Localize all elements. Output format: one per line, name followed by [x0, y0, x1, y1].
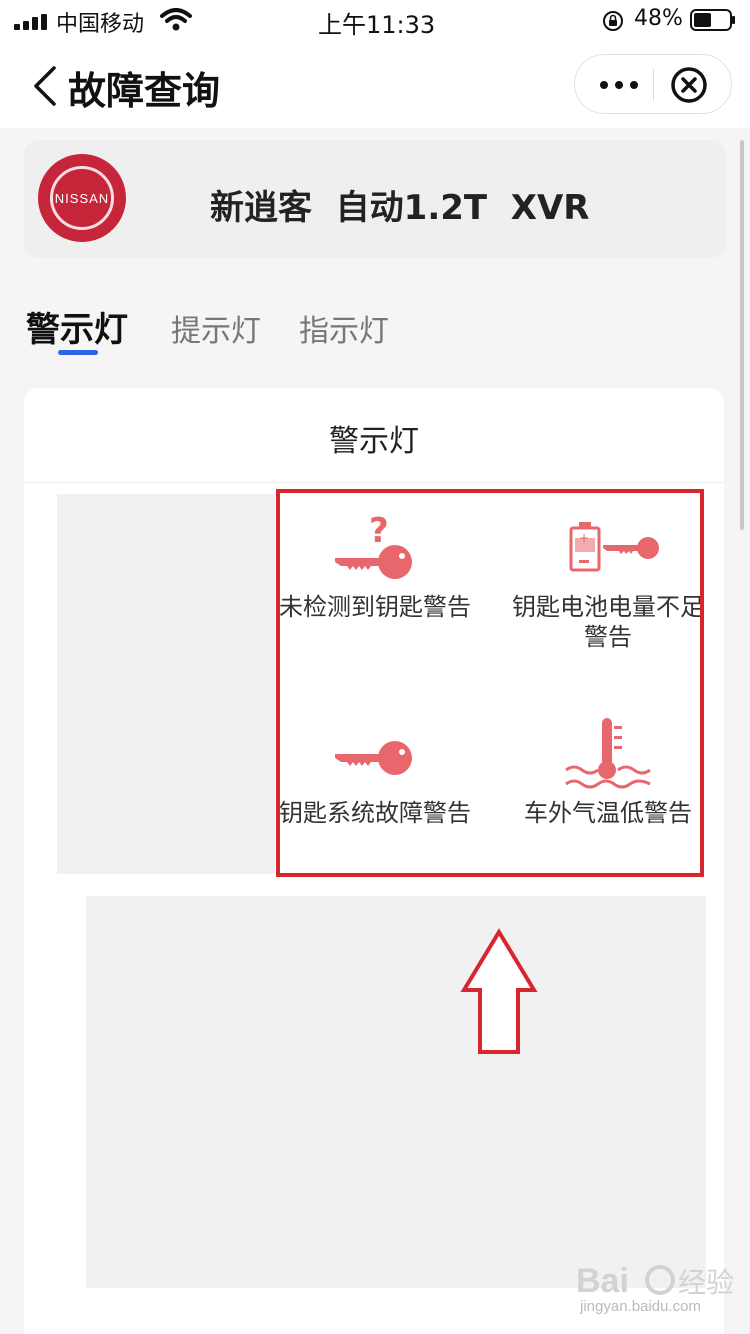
status-bar: 中国移动 上午11:33 48% — [0, 0, 750, 44]
battery-percent: 48% — [634, 6, 683, 31]
nissan-logo: NISSAN — [38, 154, 126, 242]
scrollbar[interactable] — [740, 140, 744, 530]
divider — [24, 482, 724, 483]
mini-program-capsule — [574, 54, 732, 114]
redacted-area — [86, 896, 706, 1288]
nav-bar: 故障查询 — [0, 44, 750, 128]
wifi-icon — [160, 8, 192, 31]
svg-text:经验: 经验 — [678, 1266, 734, 1299]
page-title: 故障查询 — [68, 69, 221, 113]
capsule-divider — [653, 69, 654, 101]
redacted-area — [57, 494, 275, 874]
tab-reminder-lights[interactable]: 提示灯 — [171, 306, 261, 350]
tab-indicator-lights[interactable]: 指示灯 — [299, 306, 389, 350]
orientation-lock-icon — [603, 11, 623, 31]
panel-title: 警示灯 — [329, 424, 419, 459]
carrier-label: 中国移动 — [56, 12, 145, 37]
arrow-up-icon — [460, 928, 538, 1054]
watermark-url: jingyan.baidu.com — [580, 1298, 701, 1315]
car-model-name: 新逍客 自动1.2T XVR — [210, 188, 590, 228]
car-card[interactable]: NISSAN 新逍客 自动1.2T XVR — [24, 140, 726, 258]
status-time: 上午11:33 — [318, 11, 436, 39]
tab-warning-lights[interactable]: 警示灯 — [26, 302, 128, 351]
close-circle-icon[interactable] — [669, 65, 709, 105]
signal-icon — [14, 14, 47, 30]
chevron-left-icon[interactable] — [30, 66, 60, 106]
highlight-box — [276, 489, 704, 877]
battery-icon — [690, 9, 735, 31]
tab-underline — [58, 350, 98, 355]
svg-text:Bai: Bai — [576, 1262, 629, 1300]
more-icon[interactable] — [595, 69, 643, 101]
